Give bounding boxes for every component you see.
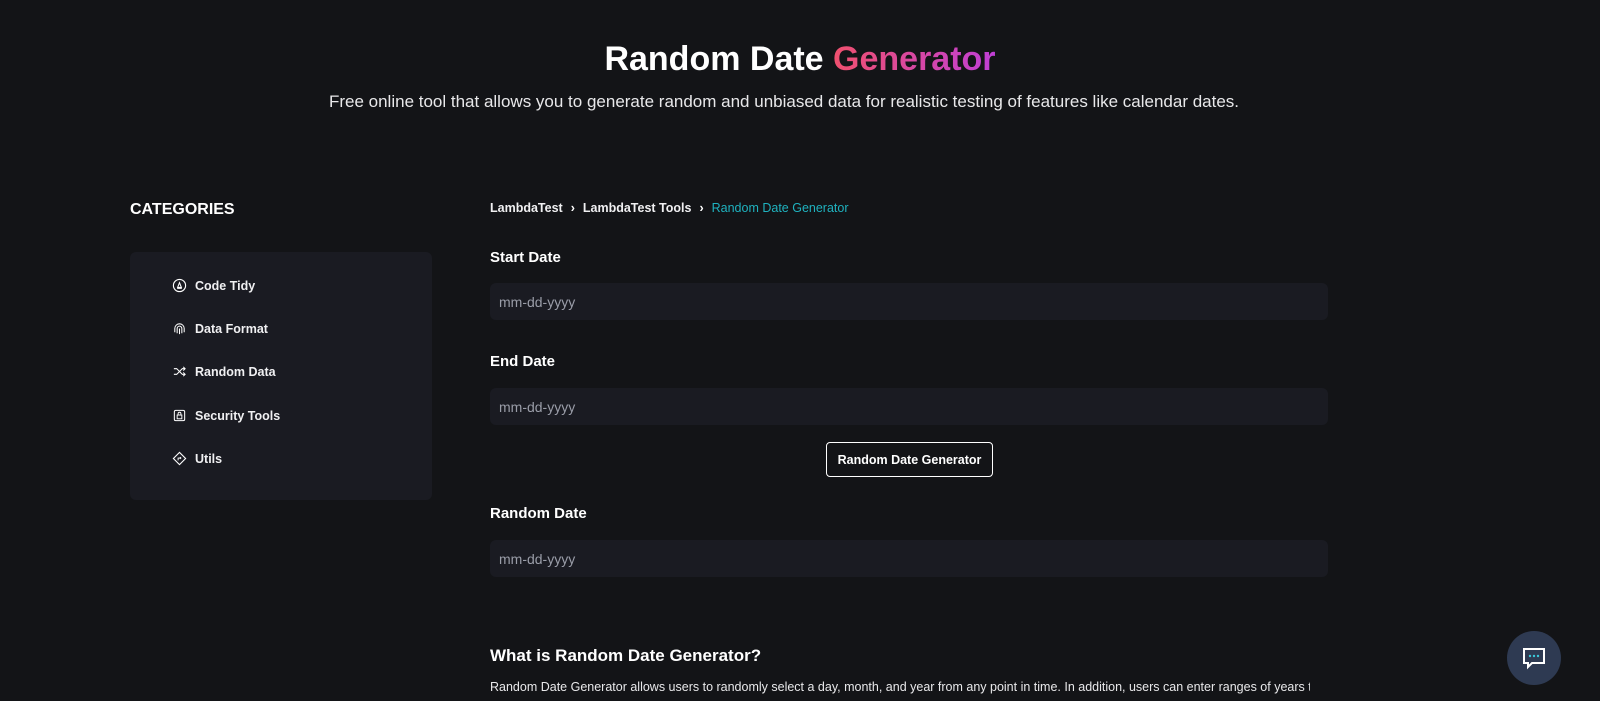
sidebar-item-security-tools[interactable]: Security Tools — [172, 408, 280, 423]
sidebar-item-utils[interactable]: Utils — [172, 451, 222, 466]
breadcrumb-link-lambdatest[interactable]: LambdaTest — [490, 201, 563, 215]
sidebar-item-label: Utils — [195, 451, 223, 466]
generate-button[interactable]: Random Date Generator — [826, 442, 993, 477]
chat-button[interactable] — [1507, 631, 1561, 685]
sidebar-item-random-data[interactable]: Random Data — [172, 364, 276, 379]
page-subtitle: Free online tool that allows you to gene… — [328, 92, 1240, 111]
title-plain: Random Date — [604, 40, 834, 78]
end-date-input[interactable] — [490, 388, 1328, 425]
shuffle-icon — [173, 366, 186, 377]
start-date-input[interactable] — [490, 283, 1328, 320]
diamond-arrow-icon — [172, 451, 187, 466]
chevron-right-icon: › — [699, 201, 704, 215]
start-date-label: Start Date — [490, 249, 561, 266]
about-heading: What is Random Date Generator? — [490, 646, 762, 665]
breadcrumb: LambdaTest › LambdaTest Tools › Random D… — [490, 201, 849, 215]
random-date-label: Random Date — [490, 505, 587, 522]
breadcrumb-current: Random Date Generator — [711, 201, 849, 215]
lock-icon — [173, 409, 186, 422]
sidebar-item-data-format[interactable]: Data Format — [172, 321, 268, 336]
categories-title: CATEGORIES — [130, 201, 235, 218]
code-tidy-icon — [172, 278, 187, 293]
categories-card: Code Tidy Data Format Random Data Securi… — [130, 252, 432, 500]
chevron-right-icon: › — [570, 201, 575, 215]
sidebar-item-label: Data Format — [195, 321, 268, 336]
sidebar-item-label: Random Data — [195, 364, 276, 379]
fingerprint-icon — [174, 323, 185, 335]
sidebar-item-code-tidy[interactable]: Code Tidy — [172, 278, 255, 293]
about-text: Random Date Generator allows users to ra… — [490, 680, 1310, 694]
title-accent: Generator — [833, 40, 996, 78]
sidebar-item-label: Security Tools — [195, 408, 281, 423]
end-date-label: End Date — [490, 353, 556, 370]
sidebar-item-label: Code Tidy — [195, 278, 256, 293]
random-date-output[interactable] — [490, 540, 1328, 577]
page-title: Random Date Generator — [0, 40, 1600, 79]
chat-icon — [1523, 648, 1545, 670]
breadcrumb-link-tools[interactable]: LambdaTest Tools — [583, 201, 692, 215]
